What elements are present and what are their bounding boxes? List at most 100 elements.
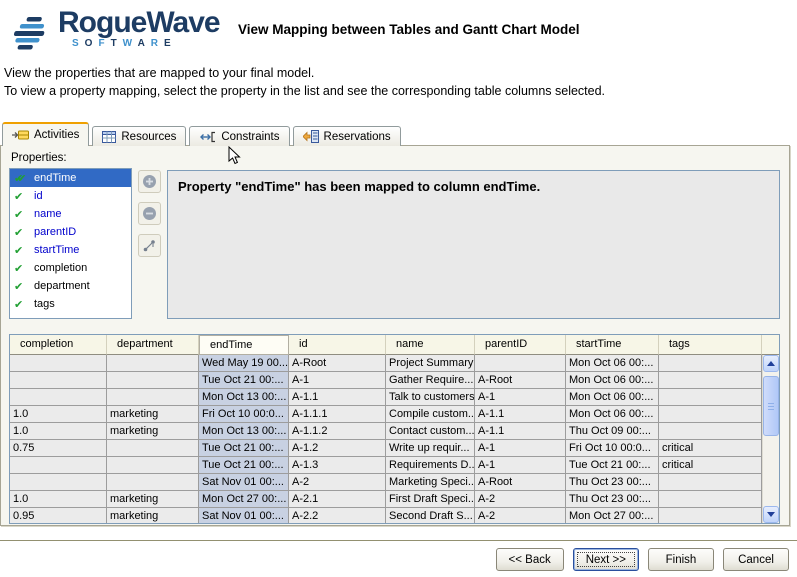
- next-button[interactable]: Next >>: [573, 548, 639, 571]
- cancel-button[interactable]: Cancel: [723, 548, 789, 571]
- cell-parentID: A-Root: [475, 474, 566, 491]
- table-row[interactable]: 0.75 Tue Oct 21 00:...A-1.2Write up requi…: [10, 440, 762, 457]
- reservations-icon: [303, 130, 319, 143]
- tab-resources[interactable]: Resources: [92, 126, 186, 146]
- table-row[interactable]: Sat Nov 01 00:...A-2Marketing Speci...A-…: [10, 474, 762, 491]
- cell-parentID: A-Root: [475, 372, 566, 389]
- cell-name: Contact custom...: [386, 423, 475, 440]
- cell-name: Marketing Speci...: [386, 474, 475, 491]
- map-property-button[interactable]: [138, 234, 161, 257]
- cell-tags: [659, 491, 762, 508]
- column-header-name[interactable]: name: [386, 335, 475, 355]
- cell-completion: 0.75: [10, 440, 107, 457]
- check-icon: ✔: [14, 190, 30, 203]
- table-row[interactable]: 0.95marketingSat Nov 01 00:...A-2.2Secon…: [10, 508, 762, 523]
- column-header-startTime[interactable]: startTime: [566, 335, 659, 355]
- cell-id: A-2.1: [289, 491, 386, 508]
- cell-parentID: A-1: [475, 457, 566, 474]
- chevron-up-icon: [767, 361, 775, 366]
- property-item-startTime[interactable]: ✔startTime: [10, 241, 131, 259]
- add-property-button[interactable]: [138, 170, 161, 193]
- column-header-endTime[interactable]: endTime: [199, 335, 289, 355]
- cell-startTime: Thu Oct 23 00:...: [566, 474, 659, 491]
- tab-label: Resources: [121, 131, 176, 143]
- property-item-id[interactable]: ✔ id: [10, 187, 131, 205]
- cell-id: A-1.1.2: [289, 423, 386, 440]
- cell-tags: [659, 389, 762, 406]
- cell-department: [107, 440, 199, 457]
- cell-endTime: Fri Oct 10 00:0...: [199, 406, 289, 423]
- cell-name: Requirements D...: [386, 457, 475, 474]
- property-item-label: tags: [34, 298, 55, 310]
- table-row[interactable]: Tue Oct 21 00:...A-1Gather Require...A-R…: [10, 372, 762, 389]
- vertical-scrollbar[interactable]: [762, 355, 779, 523]
- mouse-cursor: [228, 146, 242, 166]
- table-row[interactable]: Tue Oct 21 00:...A-1.3Requirements D...A…: [10, 457, 762, 474]
- column-header-department[interactable]: department: [107, 335, 199, 355]
- cell-endTime: Mon Oct 27 00:...: [199, 491, 289, 508]
- column-header-parentID[interactable]: parentID: [475, 335, 566, 355]
- description-line-2: To view a property mapping, select the p…: [4, 82, 605, 100]
- property-item-label: name: [34, 208, 62, 220]
- table-row[interactable]: 1.0marketingMon Oct 13 00:...A-1.1.2Cont…: [10, 423, 762, 440]
- cell-tags: [659, 508, 762, 523]
- scroll-down-button[interactable]: [763, 506, 779, 523]
- tab-content-panel: Properties: ✔✔endTime✔id✔name✔parentID✔s…: [0, 145, 790, 526]
- column-header-id[interactable]: id: [289, 335, 386, 355]
- cell-id: A-1.1.1: [289, 406, 386, 423]
- finish-button[interactable]: Finish: [648, 548, 714, 571]
- property-item-department[interactable]: ✔department: [10, 277, 131, 295]
- cell-id: A-1.2: [289, 440, 386, 457]
- property-item-label: endTime: [34, 172, 76, 184]
- cell-completion: [10, 474, 107, 491]
- table-row[interactable]: Mon Oct 13 00:...A-1.1Talk to customersA…: [10, 389, 762, 406]
- check-icon: ✔: [14, 298, 30, 311]
- back-button[interactable]: << Back: [496, 548, 564, 571]
- tab-label: Constraints: [221, 131, 279, 143]
- property-item-label: completion: [34, 262, 87, 274]
- column-header-tags[interactable]: tags: [659, 335, 762, 355]
- cell-endTime: Wed May 19 00...: [199, 355, 289, 372]
- cell-name: Gather Require...: [386, 372, 475, 389]
- page-title: View Mapping between Tables and Gantt Ch…: [238, 22, 580, 37]
- tab-activities[interactable]: Activities: [2, 122, 89, 146]
- cell-startTime: Mon Oct 06 00:...: [566, 372, 659, 389]
- scroll-up-button[interactable]: [763, 355, 779, 372]
- tab-label: Activities: [34, 129, 79, 141]
- cell-startTime: Mon Oct 27 00:...: [566, 508, 659, 523]
- property-item-name[interactable]: ✔name: [10, 205, 131, 223]
- cell-endTime: Tue Oct 21 00:...: [199, 372, 289, 389]
- property-item-label: id: [34, 190, 43, 202]
- cell-startTime: Mon Oct 06 00:...: [566, 389, 659, 406]
- tab-reservations[interactable]: Reservations: [293, 126, 401, 146]
- cell-endTime: Tue Oct 21 00:...: [199, 457, 289, 474]
- table-body: Wed May 19 00...A-RootProject SummaryMon…: [10, 355, 762, 523]
- cell-id: A-2.2: [289, 508, 386, 523]
- tab-label: Reservations: [324, 131, 391, 143]
- cell-endTime: Tue Oct 21 00:...: [199, 440, 289, 457]
- table-row[interactable]: 1.0marketingFri Oct 10 00:0...A-1.1.1Com…: [10, 406, 762, 423]
- check-icon: ✔: [14, 280, 30, 293]
- cell-completion: 1.0: [10, 491, 107, 508]
- cell-endTime: Mon Oct 13 00:...: [199, 389, 289, 406]
- property-item-completion[interactable]: ✔completion: [10, 259, 131, 277]
- property-item-endTime[interactable]: ✔✔endTime: [10, 169, 131, 187]
- cell-tags: [659, 406, 762, 423]
- cell-tags: critical: [659, 457, 762, 474]
- map-link-icon: [142, 238, 157, 253]
- column-header-completion[interactable]: completion: [10, 335, 107, 355]
- cell-name: Project Summary: [386, 355, 475, 372]
- property-item-tags[interactable]: ✔ tags: [10, 295, 131, 313]
- cell-startTime: Mon Oct 06 00:...: [566, 406, 659, 423]
- activities-icon: [12, 129, 29, 141]
- property-item-parentID[interactable]: ✔parentID: [10, 223, 131, 241]
- description-text: View the properties that are mapped to y…: [4, 64, 605, 100]
- cell-tags: [659, 372, 762, 389]
- table-row[interactable]: Wed May 19 00...A-RootProject SummaryMon…: [10, 355, 762, 372]
- tab-constraints[interactable]: Constraints: [189, 126, 289, 146]
- table-row[interactable]: 1.0marketingMon Oct 27 00:...A-2.1First …: [10, 491, 762, 508]
- scrollbar-thumb[interactable]: [763, 376, 779, 436]
- cell-endTime: Mon Oct 13 00:...: [199, 423, 289, 440]
- cell-name: Write up requir...: [386, 440, 475, 457]
- remove-property-button[interactable]: [138, 202, 161, 225]
